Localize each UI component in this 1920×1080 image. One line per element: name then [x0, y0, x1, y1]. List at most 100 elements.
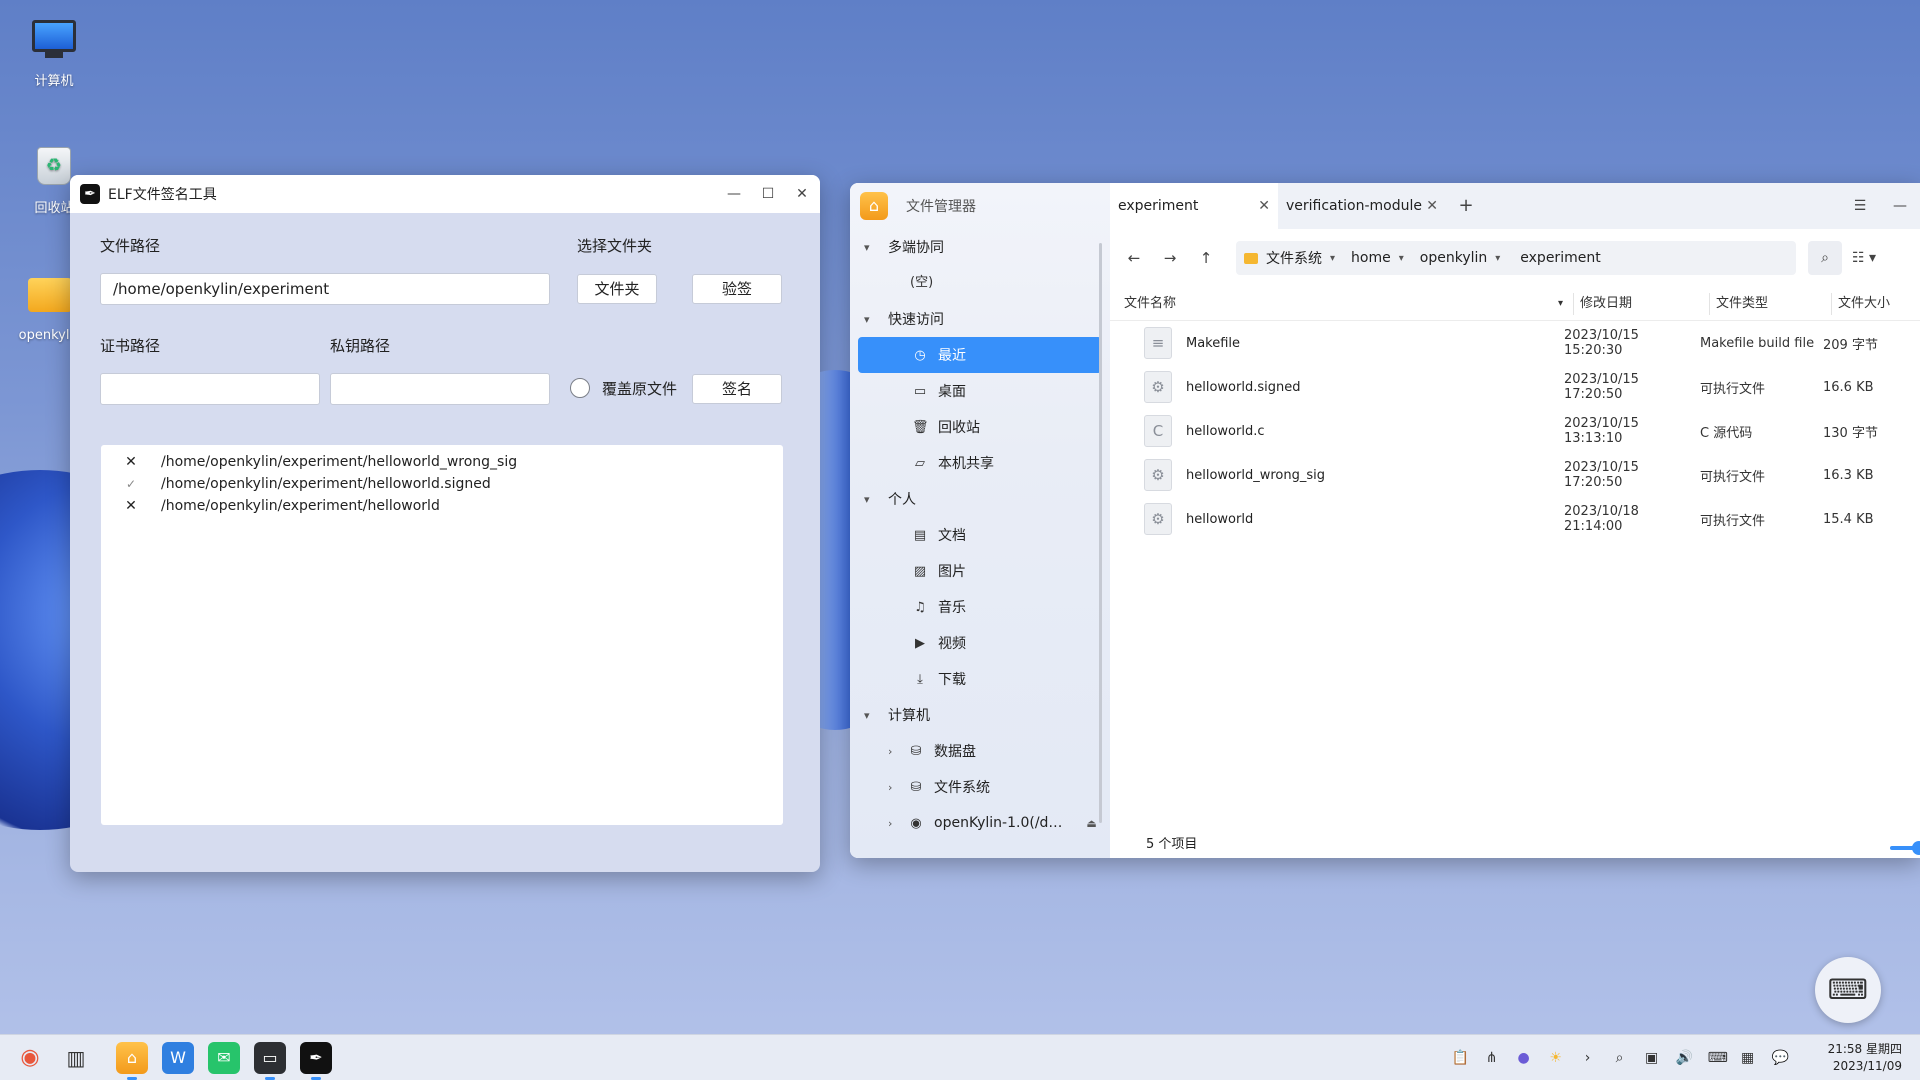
breadcrumb-filesystem[interactable]: 文件系统 ▾ [1244, 248, 1335, 268]
multitask-view-icon[interactable]: ▥ [60, 1042, 92, 1074]
zoom-slider[interactable] [1890, 841, 1920, 855]
assistant-icon[interactable]: ● [1516, 1050, 1532, 1066]
search-icon[interactable]: ⌕ [1612, 1050, 1628, 1066]
breadcrumb-home[interactable]: home ▾ [1351, 250, 1404, 266]
back-arrow-icon[interactable]: ← [1116, 249, 1152, 267]
column-name[interactable]: 文件名称 ▾ [1118, 292, 1574, 315]
key-path-input[interactable] [330, 373, 550, 405]
chevron-down-icon[interactable]: ▾ [1399, 253, 1404, 264]
breadcrumb-current[interactable]: experiment [1520, 250, 1600, 266]
clock-time: 21:58 星期四 [1827, 1041, 1902, 1056]
sidebar-section-multi-device[interactable]: ▾ 多端协同 [850, 229, 1110, 265]
sidebar-item-filesystem[interactable]: › ⛁ 文件系统 [858, 769, 1102, 805]
file-row[interactable]: ⚙ helloworld_wrong_sig 2023/10/15 17:20:5… [1110, 453, 1920, 497]
sidebar-scrollbar[interactable] [1099, 243, 1102, 823]
sidebar-item-documents[interactable]: ▤ 文档 [858, 517, 1102, 553]
add-tab-icon[interactable]: + [1446, 183, 1486, 229]
column-date[interactable]: 修改日期 [1574, 292, 1710, 315]
tab-verification-module[interactable]: verification-module ✕ [1278, 183, 1446, 229]
clipboard-icon[interactable]: 📋 [1452, 1050, 1469, 1066]
notification-icon[interactable]: 💬 [1772, 1050, 1789, 1066]
sidebar-item-desktop[interactable]: ▭ 桌面 [858, 373, 1102, 409]
network-icon[interactable]: ▣ [1644, 1050, 1660, 1066]
sidebar-item-pictures[interactable]: ▨ 图片 [858, 553, 1102, 589]
terminal-app-icon[interactable]: ▭ [254, 1041, 286, 1080]
tab-experiment[interactable]: experiment ✕ [1110, 183, 1278, 229]
music-icon: ♫ [914, 599, 926, 615]
sidebar-item-recent[interactable]: ◷ 最近 [858, 337, 1102, 373]
forward-arrow-icon[interactable]: → [1152, 249, 1188, 267]
tab-bar: experiment ✕ verification-module ✕ + ☰ — [1110, 183, 1920, 229]
result-row[interactable]: ✕ /home/openkylin/experiment/helloworld_… [101, 451, 783, 473]
file-type: Makefile build file [1700, 335, 1815, 351]
search-icon[interactable]: ⌕ [1808, 241, 1842, 275]
chevron-down-icon[interactable]: ▾ [1495, 253, 1500, 264]
up-arrow-icon[interactable]: ↑ [1188, 249, 1224, 267]
sidebar-item-trash[interactable]: 🗑 回收站 [858, 409, 1102, 445]
network-share-icon[interactable]: ⋔ [1484, 1050, 1500, 1066]
elf-sign-tool-app-icon[interactable]: ✒ [300, 1041, 332, 1080]
wps-app-icon[interactable]: W [162, 1041, 194, 1074]
sidebar-item-downloads[interactable]: ⤓ 下载 [858, 661, 1102, 697]
maximize-icon[interactable]: ☐ [760, 186, 776, 202]
result-row[interactable]: ✓ /home/openkylin/experiment/helloworld.… [101, 473, 783, 495]
file-size: 130 字节 [1823, 425, 1878, 441]
virtual-keyboard-icon[interactable]: ⌨ [1815, 957, 1881, 1023]
close-icon[interactable]: ✕ [1426, 198, 1438, 214]
file-row[interactable]: ⚙ helloworld.signed 2023/10/15 17:20:50 可… [1110, 365, 1920, 409]
path-bar[interactable]: 文件系统 ▾ home ▾ openkylin ▾ experiment [1236, 241, 1796, 275]
column-type[interactable]: 文件类型 [1710, 292, 1832, 315]
feather-logo-icon: ✒ [80, 184, 100, 204]
text-file-icon: ≡ [1144, 327, 1172, 359]
result-row[interactable]: ✕ /home/openkylin/experiment/helloworld [101, 495, 783, 517]
file-row[interactable]: ≡ Makefile 2023/10/15 15:20:30 Makefile b… [1110, 321, 1920, 365]
keyboard-icon[interactable]: ▦ [1740, 1050, 1756, 1066]
minimize-icon[interactable]: — [1880, 183, 1920, 229]
app-store-icon[interactable]: ✉ [208, 1041, 240, 1074]
input-method-icon[interactable]: ⌨ [1708, 1050, 1728, 1066]
sidebar-item-music[interactable]: ♫ 音乐 [858, 589, 1102, 625]
minimize-icon[interactable]: — [726, 186, 742, 202]
column-label: 文件类型 [1716, 295, 1769, 311]
breadcrumb-openkylin[interactable]: openkylin ▾ [1420, 250, 1501, 266]
sidebar-section-personal[interactable]: ▾ 个人 [850, 481, 1110, 517]
sidebar-section-quick-access[interactable]: ▾ 快速访问 [850, 301, 1110, 337]
file-row[interactable]: Chelloworld.c 2023/10/15 13:13:10 C 源代码 … [1110, 409, 1920, 453]
result-list[interactable]: ✕ /home/openkylin/experiment/helloworld_… [101, 445, 783, 825]
sidebar-section-label: 计算机 [888, 708, 930, 724]
sign-button[interactable]: 签名 [692, 374, 782, 404]
start-menu-icon[interactable]: ◉ [14, 1042, 46, 1074]
chevron-right-icon[interactable]: › [888, 781, 904, 794]
hamburger-menu-icon[interactable]: ☰ [1840, 183, 1880, 229]
fail-icon: ✕ [125, 454, 137, 470]
desktop-icon-computer[interactable]: 计算机 [14, 20, 94, 89]
file-name: Makefile [1186, 335, 1241, 351]
sidebar-section-computer[interactable]: ▾ 计算机 [850, 697, 1110, 733]
verify-button[interactable]: 验签 [692, 274, 782, 304]
file-row[interactable]: ⚙ helloworld 2023/10/18 21:14:00 可执行文件 15… [1110, 497, 1920, 541]
list-view-icon[interactable]: ☷ ▾ [1852, 250, 1876, 266]
cert-path-input[interactable] [100, 373, 320, 405]
chevron-right-icon[interactable]: › [1580, 1050, 1596, 1066]
eject-icon[interactable]: ⏏ [1086, 817, 1096, 830]
close-icon[interactable]: ✕ [1258, 198, 1270, 214]
file-size: 16.3 KB [1823, 467, 1874, 483]
clock[interactable]: 21:58 星期四 2023/11/09 [1828, 1041, 1902, 1075]
file-path-input[interactable]: /home/openkylin/experiment [100, 273, 550, 305]
chevron-right-icon[interactable]: › [888, 745, 904, 758]
sidebar-item-data-disk[interactable]: › ⛁ 数据盘 [858, 733, 1102, 769]
sidebar-item-openkylin-disc[interactable]: › ◉ openKylin-1.0(/d… ⏏ [858, 805, 1102, 841]
overwrite-radio[interactable] [570, 378, 590, 398]
file-manager-app-icon[interactable]: ⌂ [116, 1041, 148, 1080]
window-titlebar[interactable]: ✒ ELF文件签名工具 — ☐ ✕ [70, 175, 820, 213]
volume-icon[interactable]: 🔊 [1676, 1050, 1693, 1066]
chevron-right-icon[interactable]: › [888, 817, 904, 830]
brightness-icon[interactable]: ☀ [1548, 1050, 1564, 1066]
column-size[interactable]: 文件大小 [1832, 293, 1912, 315]
sidebar-item-videos[interactable]: ▶ 视频 [858, 625, 1102, 661]
sidebar-section-label: 快速访问 [888, 312, 944, 328]
sidebar-item-share[interactable]: ▱ 本机共享 [858, 445, 1102, 481]
close-icon[interactable]: ✕ [794, 186, 810, 202]
folder-button[interactable]: 文件夹 [577, 274, 657, 304]
chevron-down-icon[interactable]: ▾ [1330, 253, 1335, 264]
